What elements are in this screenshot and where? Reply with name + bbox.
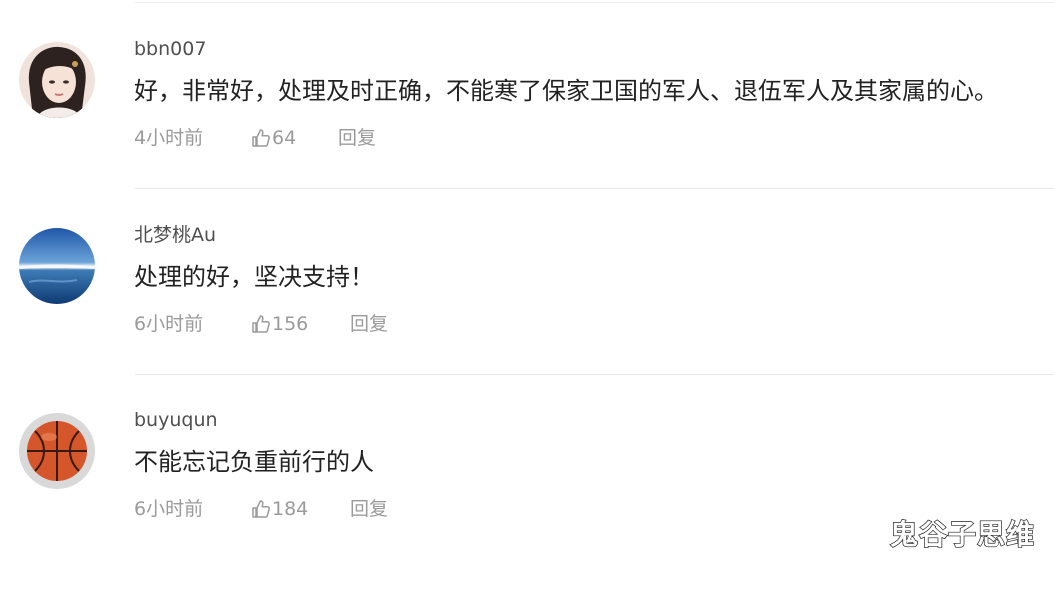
thumbs-up-icon xyxy=(251,128,271,148)
comment-item: buyuqun 不能忘记负重前行的人 6小时前 184 回复 xyxy=(0,409,1054,599)
like-count: 156 xyxy=(272,313,309,335)
comment-time: 6小时前 xyxy=(134,313,204,335)
reply-button[interactable]: 回复 xyxy=(350,496,388,522)
thumbs-up-icon xyxy=(251,314,271,334)
comment-item: bbn007 好，非常好，处理及时正确，不能寒了保家卫国的军人、退伍军人及其家属… xyxy=(0,38,1054,228)
comment-text: 处理的好，坚决支持！ xyxy=(134,263,374,291)
like-count: 184 xyxy=(272,498,309,520)
like-count: 64 xyxy=(272,127,297,149)
comment-text: 好，非常好，处理及时正确，不能寒了保家卫国的军人、退伍军人及其家属的心。 xyxy=(134,77,998,105)
top-divider xyxy=(135,2,1054,3)
woman-portrait-avatar-icon[interactable] xyxy=(19,42,95,118)
reply-button[interactable]: 回复 xyxy=(338,125,376,151)
comment-divider xyxy=(135,374,1054,375)
comment-item: 北梦桃Au 处理的好，坚决支持！ 6小时前 156 回复 xyxy=(0,224,1054,414)
comment-username[interactable]: 北梦桃Au xyxy=(134,223,216,247)
comment-time: 6小时前 xyxy=(134,498,204,520)
comment-username[interactable]: buyuqun xyxy=(134,408,218,432)
like-button[interactable]: 156 xyxy=(251,311,308,337)
ocean-landscape-avatar-icon[interactable] xyxy=(19,228,95,304)
like-button[interactable]: 184 xyxy=(251,496,308,522)
reply-button[interactable]: 回复 xyxy=(350,311,388,337)
like-button[interactable]: 64 xyxy=(251,125,296,151)
watermark-text: 鬼谷子思维 xyxy=(889,517,1036,551)
comment-time: 4小时前 xyxy=(134,127,204,149)
thumbs-up-icon xyxy=(251,499,271,519)
comment-divider xyxy=(135,188,1054,189)
comment-text: 不能忘记负重前行的人 xyxy=(134,448,374,476)
basketball-avatar-icon[interactable] xyxy=(19,413,95,489)
comment-username[interactable]: bbn007 xyxy=(134,37,206,61)
